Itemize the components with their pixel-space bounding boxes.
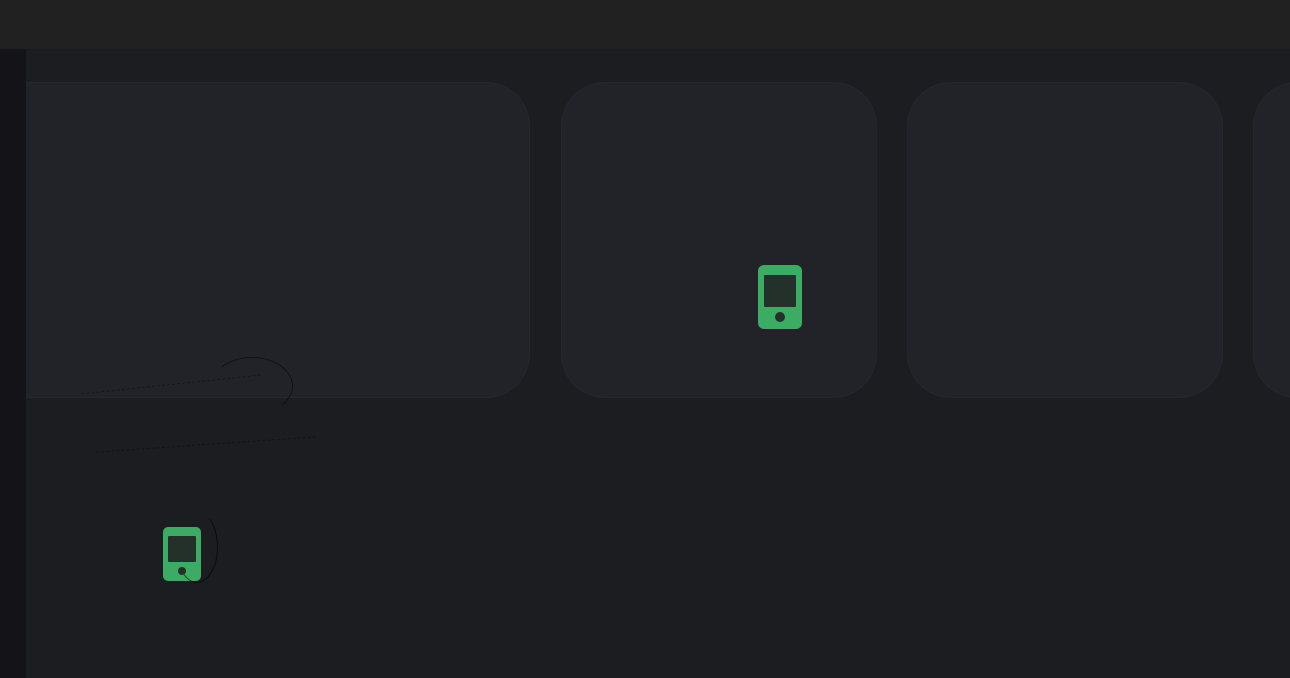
top-bar	[0, 0, 1290, 49]
decorative-stroke	[96, 436, 316, 453]
device-card-2[interactable]	[561, 82, 877, 398]
device-card-3[interactable]	[907, 82, 1223, 398]
main-content	[26, 49, 1290, 678]
smartphone-icon[interactable]	[163, 527, 201, 581]
device-card-4[interactable]	[1253, 82, 1290, 398]
left-rail	[0, 49, 26, 678]
device-card-1[interactable]	[26, 82, 530, 398]
smartphone-icon	[758, 265, 802, 329]
